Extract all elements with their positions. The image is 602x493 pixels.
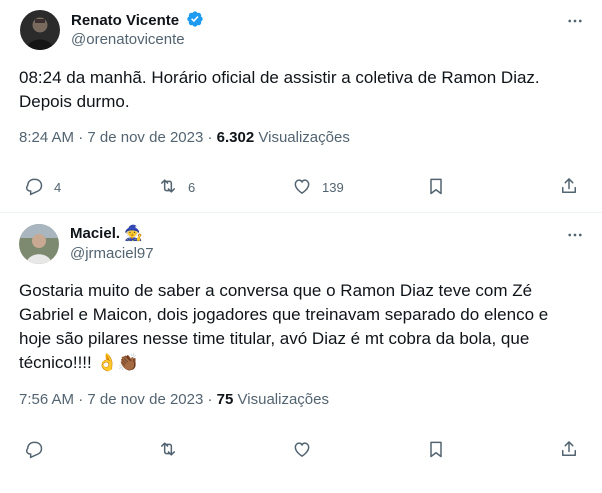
views-label: Visualizações [237, 391, 329, 408]
separator: · [207, 391, 213, 408]
reply-button[interactable]: 4 [24, 176, 61, 200]
retweet-count: 6 [188, 180, 196, 195]
tweet-text-line: Gabriel e Maicon, dois jogadores que tre… [19, 305, 549, 324]
author-handle[interactable]: @jrmaciel97 [70, 244, 154, 264]
tweet-text-line: Depois durmo. [19, 92, 130, 111]
retweet-button[interactable] [158, 439, 178, 463]
views-label: Visualizações [258, 129, 350, 146]
tweet-time[interactable]: 7:56 AM [19, 391, 74, 408]
author-handle[interactable]: @orenatovicente [71, 30, 185, 50]
bookmark-button[interactable] [426, 176, 446, 200]
tweet-date[interactable]: 7 de nov de 2023 [87, 129, 203, 146]
retweet-button[interactable]: 6 [158, 176, 195, 200]
like-button[interactable]: 139 [292, 176, 344, 200]
tweet-text-line: Gostaria muito de saber a conversa que o… [19, 281, 533, 300]
views-count: 6.302 [216, 129, 255, 146]
tweet-text: Gostaria muito de saber a conversa que o… [19, 279, 548, 375]
more-dots-icon[interactable] [565, 225, 585, 245]
heart-icon [292, 176, 312, 201]
avatar[interactable] [19, 224, 59, 264]
author-name-label: Maciel. [70, 225, 121, 242]
tweet: Maciel. 🧙 @jrmaciel97 Gostaria muito de … [0, 213, 602, 493]
author-name[interactable]: Maciel. 🧙 [70, 224, 143, 244]
like-count: 139 [322, 180, 344, 195]
tweet-meta: 7:56 AM · 7 de nov de 2023 · 75 Visualiz… [19, 390, 329, 410]
reply-button[interactable] [24, 439, 44, 463]
tweet-text-line: técnico!!!! 👌👏🏾 [19, 353, 139, 372]
tweet: Renato Vicente @orenatovicente 08:24 da … [0, 0, 602, 213]
tweet-text-line: hoje são pilares nesse time titular, avó… [19, 329, 530, 348]
name-emoji: 🧙 [124, 225, 143, 242]
separator: · [207, 129, 213, 146]
reply-icon [24, 439, 44, 464]
bookmark-icon [426, 176, 446, 201]
separator: · [78, 129, 84, 146]
share-button[interactable] [559, 439, 579, 463]
more-dots-icon[interactable] [565, 11, 585, 31]
verified-badge-icon [186, 10, 204, 34]
tweet-date[interactable]: 7 de nov de 2023 [87, 391, 203, 408]
reply-count: 4 [54, 180, 62, 195]
reply-icon [24, 176, 44, 201]
tweet-time[interactable]: 8:24 AM [19, 129, 74, 146]
author-name-label: Renato Vicente [71, 12, 180, 29]
tweet-text-line: 08:24 da manhã. Horário oficial de assis… [19, 68, 540, 87]
tweet-meta: 8:24 AM · 7 de nov de 2023 · 6.302 Visua… [19, 128, 350, 148]
retweet-icon [158, 439, 178, 464]
bookmark-icon [426, 439, 446, 464]
action-bar [0, 439, 602, 463]
share-button[interactable] [559, 176, 579, 200]
tweet-text: 08:24 da manhã. Horário oficial de assis… [19, 66, 540, 114]
heart-icon [292, 439, 312, 464]
share-icon [559, 176, 579, 201]
bookmark-button[interactable] [426, 439, 446, 463]
views-count: 75 [216, 391, 234, 408]
action-bar: 4 6 139 [0, 176, 602, 200]
retweet-icon [158, 176, 178, 201]
share-icon [559, 439, 579, 464]
like-button[interactable] [292, 439, 312, 463]
avatar[interactable] [20, 10, 60, 50]
separator: · [78, 391, 84, 408]
